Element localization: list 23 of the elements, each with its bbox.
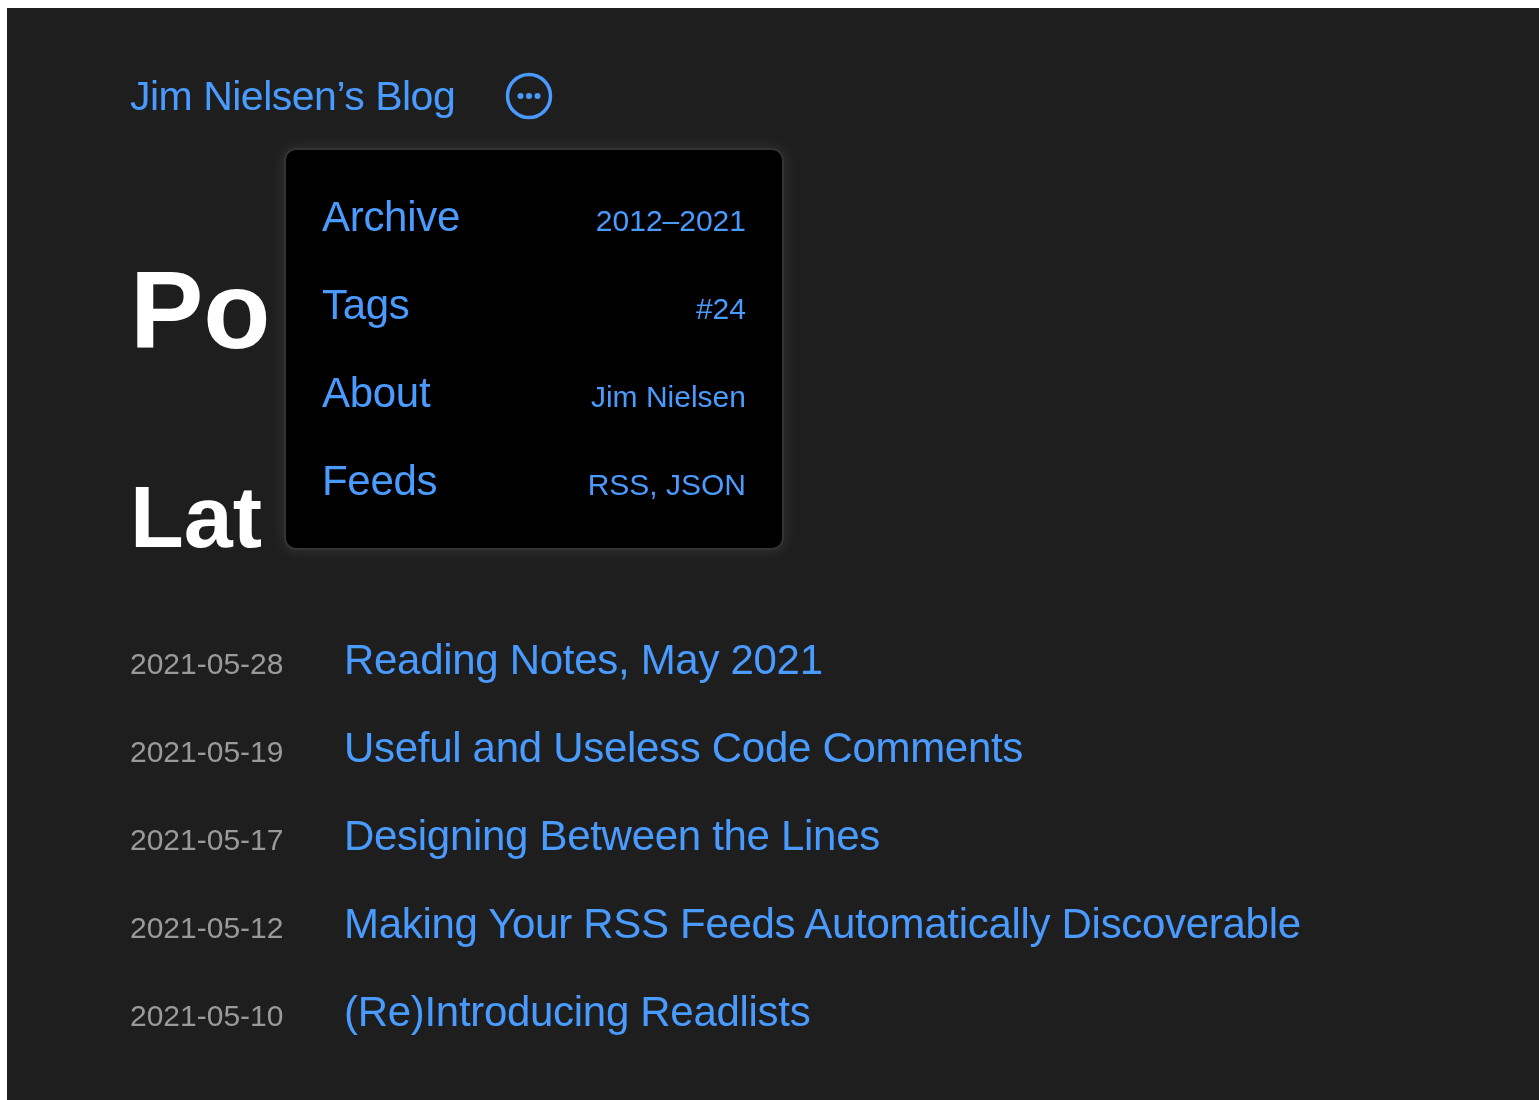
menu-link[interactable]: Archive: [322, 173, 460, 261]
menu-detail-link[interactable]: Jim Nielsen: [590, 353, 746, 441]
menu-link[interactable]: Feeds: [322, 437, 438, 525]
post-date: 2021-05-19: [130, 734, 285, 770]
post-date: 2021-05-10: [130, 998, 285, 1034]
post-date: 2021-05-17: [130, 822, 285, 858]
menu-link[interactable]: About: [322, 349, 431, 437]
section-heading: Lat: [130, 473, 262, 561]
post-link[interactable]: (Re)Introducing Readlists: [344, 968, 811, 1056]
post-date: 2021-05-28: [130, 646, 285, 682]
more-menu-button[interactable]: [505, 72, 554, 120]
page-heading: Po: [130, 255, 271, 365]
post-link[interactable]: Designing Between the Lines: [344, 792, 880, 880]
menu-link[interactable]: Tags: [322, 261, 410, 349]
post-link[interactable]: Useful and Useless Code Comments: [344, 704, 1024, 792]
menu-detail-link[interactable]: 2012–2021: [595, 177, 746, 265]
more-icon: [505, 72, 554, 120]
post-link[interactable]: Making Your RSS Feeds Automatically Discoverable: [344, 880, 1301, 968]
post-date: 2021-05-12: [130, 910, 285, 946]
post-link[interactable]: Reading Notes, May 2021: [344, 616, 823, 704]
blog-title-link[interactable]: Jim Nielsen’s Blog: [130, 72, 456, 120]
menu-detail-link[interactable]: RSS, JSON: [587, 441, 746, 529]
menu-detail-link[interactable]: #24: [695, 265, 746, 353]
